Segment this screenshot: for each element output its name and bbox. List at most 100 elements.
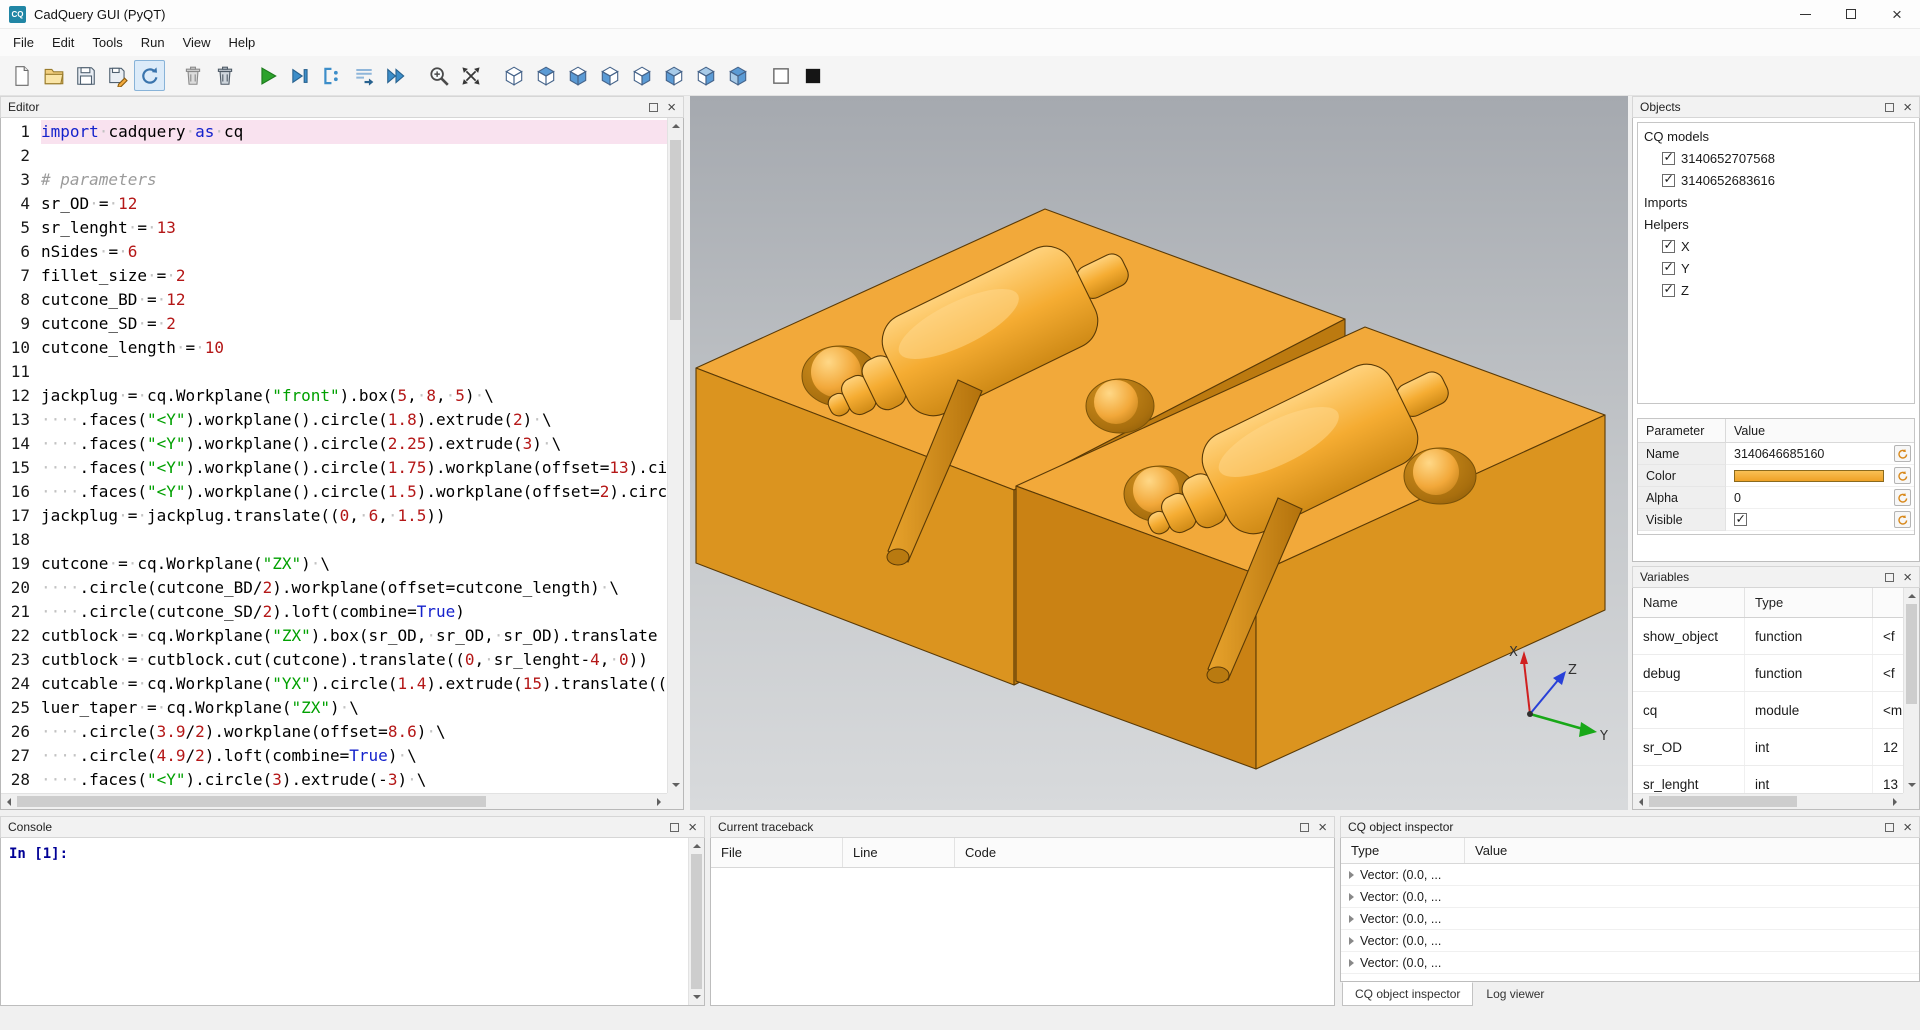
view-bottom-button[interactable] bbox=[562, 60, 593, 91]
view-iso-button[interactable] bbox=[498, 60, 529, 91]
close-dock-icon[interactable]: × bbox=[1903, 570, 1912, 585]
new-file-button[interactable] bbox=[6, 60, 37, 91]
code-line-22[interactable]: 22cutblock·=·cq.Workplane("ZX").box(sr_O… bbox=[1, 624, 667, 648]
menu-tools[interactable]: Tools bbox=[83, 31, 131, 54]
expand-icon[interactable] bbox=[1349, 937, 1354, 945]
menu-view[interactable]: View bbox=[174, 31, 220, 54]
expand-icon[interactable] bbox=[1349, 893, 1354, 901]
maximize-button[interactable] bbox=[1828, 0, 1874, 28]
tree-item-z[interactable]: Z bbox=[1638, 279, 1914, 301]
tree-item-x[interactable]: X bbox=[1638, 235, 1914, 257]
variable-row-sr_OD[interactable]: sr_ODint12 bbox=[1633, 729, 1903, 766]
code-line-21[interactable]: 21····.circle(cutcone_SD/2).loft(combine… bbox=[1, 600, 667, 624]
editor-vscrollbar[interactable] bbox=[667, 118, 683, 793]
scroll-down-icon[interactable] bbox=[668, 777, 684, 793]
code-line-25[interactable]: 25luer_taper·=·cq.Workplane("ZX")·\ bbox=[1, 696, 667, 720]
console-prompt[interactable]: In [1]: bbox=[9, 846, 68, 862]
inspector-header-value[interactable]: Value bbox=[1465, 838, 1919, 863]
zoom-fit-button[interactable] bbox=[423, 60, 454, 91]
scroll-thumb[interactable] bbox=[691, 854, 702, 989]
code-line-19[interactable]: 19cutcone·=·cq.Workplane("ZX")·\ bbox=[1, 552, 667, 576]
property-value[interactable]: 0 bbox=[1726, 487, 1914, 509]
scroll-track[interactable] bbox=[17, 794, 651, 809]
step-button[interactable] bbox=[348, 60, 379, 91]
code-line-26[interactable]: 26····.circle(3.9/2).workplane(offset=8.… bbox=[1, 720, 667, 744]
code-line-10[interactable]: 10cutcone_length·=·10 bbox=[1, 336, 667, 360]
code-line-28[interactable]: 28····.faces("<Y").circle(3).extrude(-3)… bbox=[1, 768, 667, 792]
scroll-thumb[interactable] bbox=[670, 140, 681, 320]
close-dock-icon[interactable]: × bbox=[688, 820, 697, 835]
variable-row-sr_lenght[interactable]: sr_lenghtint13 bbox=[1633, 766, 1903, 793]
menu-edit[interactable]: Edit bbox=[43, 31, 83, 54]
menu-help[interactable]: Help bbox=[220, 31, 265, 54]
wireframe-button[interactable] bbox=[765, 60, 796, 91]
scroll-track[interactable] bbox=[668, 134, 683, 777]
code-line-18[interactable]: 18 bbox=[1, 528, 667, 552]
property-value[interactable] bbox=[1726, 465, 1914, 487]
float-dock-icon[interactable] bbox=[1885, 103, 1894, 112]
run-selection-button[interactable] bbox=[316, 60, 347, 91]
continue-button[interactable] bbox=[380, 60, 411, 91]
checkbox[interactable] bbox=[1662, 174, 1675, 187]
console-vscrollbar[interactable] bbox=[688, 838, 704, 1005]
checkbox[interactable] bbox=[1734, 513, 1747, 526]
scroll-thumb[interactable] bbox=[1649, 796, 1797, 807]
inspector-row-4[interactable]: Vector: (0.0, ... bbox=[1341, 930, 1919, 952]
tab-cq-object-inspector[interactable]: CQ object inspector bbox=[1342, 982, 1473, 1006]
float-dock-icon[interactable] bbox=[649, 103, 658, 112]
scroll-track[interactable] bbox=[689, 854, 704, 989]
code-line-27[interactable]: 27····.circle(4.9/2).loft(combine=True)·… bbox=[1, 744, 667, 768]
reset-color-button[interactable] bbox=[1894, 467, 1911, 484]
property-value[interactable] bbox=[1726, 509, 1914, 531]
inspector-row-1[interactable]: Vector: (0.0, ... bbox=[1341, 864, 1919, 886]
inspector-header-type[interactable]: Type bbox=[1341, 838, 1465, 863]
color-swatch[interactable] bbox=[1734, 470, 1884, 482]
code-line-23[interactable]: 23cutblock·=·cutblock.cut(cutcone).trans… bbox=[1, 648, 667, 672]
close-dock-icon[interactable]: × bbox=[1903, 100, 1912, 115]
code-line-6[interactable]: 6nSides·=·6 bbox=[1, 240, 667, 264]
code-line-12[interactable]: 12jackplug·=·cq.Workplane("front").box(5… bbox=[1, 384, 667, 408]
inspector-row-3[interactable]: Vector: (0.0, ... bbox=[1341, 908, 1919, 930]
checkbox[interactable] bbox=[1662, 284, 1675, 297]
traceback-header-line[interactable]: Line bbox=[843, 838, 955, 867]
scroll-down-icon[interactable] bbox=[689, 989, 705, 1005]
view-fit-button[interactable] bbox=[722, 60, 753, 91]
variables-hscrollbar[interactable] bbox=[1633, 793, 1903, 809]
scroll-down-icon[interactable] bbox=[1904, 777, 1920, 793]
view-left-button[interactable] bbox=[658, 60, 689, 91]
fit-all-button[interactable] bbox=[455, 60, 486, 91]
code-line-2[interactable]: 2 bbox=[1, 144, 667, 168]
console-body[interactable]: In [1]: bbox=[0, 838, 705, 1006]
code-line-20[interactable]: 20····.circle(cutcone_BD/2).workplane(of… bbox=[1, 576, 667, 600]
code-line-16[interactable]: 16····.faces("<Y").workplane().circle(1.… bbox=[1, 480, 667, 504]
menu-file[interactable]: File bbox=[4, 31, 43, 54]
float-dock-icon[interactable] bbox=[1300, 823, 1309, 832]
inspector-row-2[interactable]: Vector: (0.0, ... bbox=[1341, 886, 1919, 908]
editor-hscrollbar[interactable] bbox=[1, 793, 667, 809]
scroll-up-icon[interactable] bbox=[689, 838, 705, 854]
scroll-thumb[interactable] bbox=[1906, 604, 1917, 704]
view-top-button[interactable] bbox=[530, 60, 561, 91]
variable-row-show_object[interactable]: show_objectfunction<f bbox=[1633, 618, 1903, 655]
view-right-button[interactable] bbox=[690, 60, 721, 91]
editor-code[interactable]: 1import·cadquery·as·cq23# parameters4sr_… bbox=[1, 118, 667, 793]
code-line-8[interactable]: 8cutcone_BD·=·12 bbox=[1, 288, 667, 312]
tree-item-3140652707568[interactable]: 3140652707568 bbox=[1638, 147, 1914, 169]
menu-run[interactable]: Run bbox=[132, 31, 174, 54]
reset-visible-button[interactable] bbox=[1894, 511, 1911, 528]
float-dock-icon[interactable] bbox=[670, 823, 679, 832]
scroll-up-icon[interactable] bbox=[668, 118, 684, 134]
traceback-header-code[interactable]: Code bbox=[955, 838, 1334, 867]
code-line-13[interactable]: 13····.faces("<Y").workplane().circle(1.… bbox=[1, 408, 667, 432]
open-file-button[interactable] bbox=[38, 60, 69, 91]
close-dock-icon[interactable]: × bbox=[1903, 820, 1912, 835]
scroll-thumb[interactable] bbox=[17, 796, 486, 807]
run-button[interactable] bbox=[252, 60, 283, 91]
float-dock-icon[interactable] bbox=[1885, 823, 1894, 832]
close-dock-icon[interactable]: × bbox=[1318, 820, 1327, 835]
save-button[interactable] bbox=[70, 60, 101, 91]
code-line-11[interactable]: 11 bbox=[1, 360, 667, 384]
code-line-15[interactable]: 15····.faces("<Y").workplane().circle(1.… bbox=[1, 456, 667, 480]
expand-icon[interactable] bbox=[1349, 871, 1354, 879]
tab-log-viewer[interactable]: Log viewer bbox=[1473, 982, 1557, 1006]
